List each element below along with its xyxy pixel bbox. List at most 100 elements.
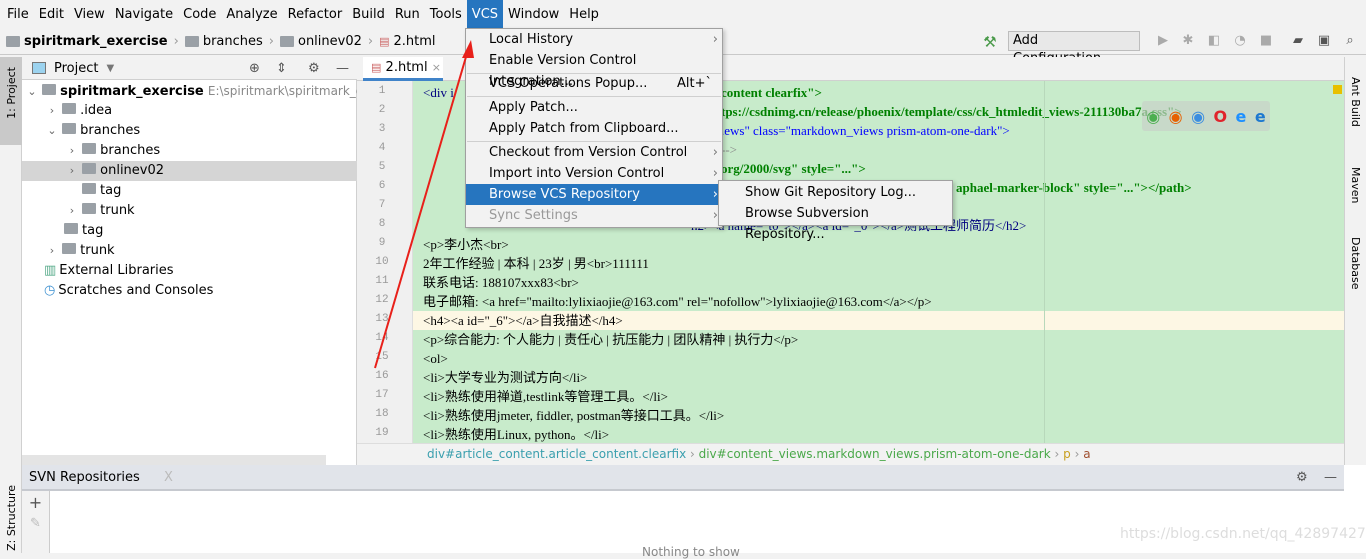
folder-icon — [184, 36, 199, 47]
crumb-onlinev02[interactable]: onlinev02 › — [279, 34, 373, 49]
line-number: 2 — [378, 104, 386, 116]
maven-tab[interactable]: Maven — [1349, 167, 1362, 203]
tree-item-external-libraries[interactable]: ▥ External Libraries — [22, 261, 357, 281]
chevron-down-icon[interactable]: ⌄ — [26, 82, 38, 102]
gear-icon[interactable]: ⚙ — [308, 61, 320, 76]
profile-icon[interactable]: ◔ — [1232, 33, 1248, 49]
line-number: 19 — [375, 427, 389, 439]
chevron-right-icon[interactable]: › — [46, 241, 58, 261]
chrome-icon[interactable]: ◉ — [1146, 107, 1160, 126]
close-tab-button[interactable]: X — [164, 470, 173, 485]
tree-item-branches[interactable]: ⌄ branches — [22, 121, 357, 141]
menu-run[interactable]: Run — [390, 0, 425, 29]
add-configuration-button[interactable]: Add Configuration... — [1008, 31, 1140, 66]
chevron-right-icon[interactable]: › — [66, 161, 78, 181]
tree-label: Scratches and Consoles — [58, 283, 214, 298]
tree-item-trunk[interactable]: › trunk — [22, 241, 357, 261]
gear-icon[interactable]: ⚙ — [1296, 465, 1308, 491]
inspection-status-icon[interactable] — [1333, 85, 1342, 94]
tree-root[interactable]: ⌄ spiritmark_exercise E:\spiritmark\spir… — [22, 81, 377, 102]
close-icon[interactable]: × — [432, 61, 441, 74]
chevron-right-icon[interactable]: › — [66, 201, 78, 221]
tree-item-idea[interactable]: › .idea — [22, 101, 357, 121]
menu-item-apply-patch[interactable]: Apply Patch... — [466, 97, 722, 118]
run-icon[interactable]: ▶ — [1155, 33, 1171, 49]
menu-analyze[interactable]: Analyze — [221, 0, 282, 29]
safari-icon[interactable]: ◉ — [1191, 107, 1205, 126]
menu-item-local-history[interactable]: Local History › — [466, 29, 722, 50]
project-structure-icon[interactable]: ▰ — [1290, 33, 1306, 49]
menu-navigate[interactable]: Navigate — [110, 0, 178, 29]
tree-item-branches-trunk[interactable]: › trunk — [22, 201, 357, 221]
menu-file[interactable]: File — [2, 0, 34, 29]
menu-item-vcs-operations-popup[interactable]: VCS Operations Popup... Alt+` — [466, 73, 722, 94]
add-icon[interactable]: + — [22, 493, 49, 512]
tree-item-branches-branches[interactable]: › branches — [22, 141, 357, 161]
ie-icon[interactable]: e — [1236, 107, 1247, 126]
breadcrumb-item[interactable]: a — [1083, 447, 1090, 461]
locate-icon[interactable]: ⊕ — [249, 61, 260, 76]
menu-item-checkout[interactable]: Checkout from Version Control › — [466, 142, 722, 163]
right-tool-strip: Ant Build Maven Database — [1344, 57, 1366, 465]
build-hammer-icon[interactable]: ⚒ — [982, 33, 998, 51]
chevron-right-icon: › — [268, 34, 274, 49]
breadcrumb-item[interactable]: div#article_content.article_content.clea… — [427, 447, 686, 461]
svn-side-toolbar: + ✎ — [22, 491, 50, 553]
hide-icon[interactable]: — — [1324, 465, 1337, 491]
chevron-right-icon[interactable]: › — [46, 101, 58, 121]
menu-bar: File Edit View Navigate Code Analyze Ref… — [0, 0, 1366, 29]
hide-icon[interactable]: — — [336, 61, 349, 76]
opera-icon[interactable]: O — [1213, 107, 1227, 126]
tab-2-html[interactable]: ▤ 2.html × — [363, 57, 443, 81]
project-view-icon — [32, 62, 46, 74]
stop-icon[interactable]: ■ — [1258, 33, 1274, 49]
coverage-icon[interactable]: ◧ — [1206, 33, 1222, 49]
debug-icon[interactable]: ✱ — [1180, 33, 1196, 49]
tree-item-scratches[interactable]: ◷ Scratches and Consoles — [22, 281, 357, 301]
tree-item-branches-tag[interactable]: tag — [22, 181, 357, 201]
menu-tools[interactable]: Tools — [425, 0, 467, 29]
structure-tool-tab[interactable]: Z: Structure — [5, 485, 18, 551]
horizontal-scrollbar[interactable] — [22, 455, 326, 465]
chevron-right-icon[interactable]: › — [66, 141, 78, 161]
menu-item-import[interactable]: Import into Version Control › — [466, 163, 722, 184]
menu-view[interactable]: View — [69, 0, 110, 29]
terminal-icon[interactable]: ▣ — [1316, 33, 1332, 49]
root-label: spiritmark_exercise — [60, 84, 204, 99]
crumb-file[interactable]: ▤ 2.html — [379, 34, 435, 49]
breadcrumb-item[interactable]: p — [1063, 447, 1071, 461]
tree-item-tag[interactable]: tag — [22, 221, 357, 241]
chevron-down-icon[interactable]: ⌄ — [46, 121, 58, 141]
edge-icon[interactable]: e — [1255, 107, 1266, 126]
line-number: 1 — [378, 85, 386, 97]
tree-item-onlinev02[interactable]: › onlinev02 — [22, 161, 357, 181]
chevron-down-icon[interactable]: ▼ — [106, 63, 114, 74]
project-panel: Project ▼ ⊕ ⇕ ⚙ — ⌄ spiritmark_exercise E… — [22, 57, 377, 465]
ant-build-tab[interactable]: Ant Build — [1349, 77, 1362, 127]
menu-item-apply-patch-clipboard[interactable]: Apply Patch from Clipboard... — [466, 118, 722, 139]
crumb-branches[interactable]: branches › — [184, 34, 274, 49]
edit-icon[interactable]: ✎ — [22, 516, 49, 531]
menu-edit[interactable]: Edit — [34, 0, 69, 29]
menu-build[interactable]: Build — [347, 0, 390, 29]
crumb-label: onlinev02 — [297, 34, 362, 49]
menu-item-browse-subversion[interactable]: Browse Subversion Repository... — [719, 203, 952, 242]
menu-item-show-git-log[interactable]: Show Git Repository Log... — [719, 182, 952, 203]
line-number: 3 — [378, 123, 386, 135]
menu-window[interactable]: Window — [503, 0, 564, 29]
search-icon[interactable]: ⌕ — [1342, 33, 1358, 49]
menu-help[interactable]: Help — [564, 0, 604, 29]
menu-refactor[interactable]: Refactor — [283, 0, 348, 29]
breadcrumb-item[interactable]: div#content_views.markdown_views.prism-a… — [699, 447, 1051, 461]
menu-vcs[interactable]: VCS — [466, 0, 504, 29]
database-tab[interactable]: Database — [1349, 237, 1362, 290]
crumb-project[interactable]: spiritmark_exercise › — [6, 34, 179, 49]
menu-code[interactable]: Code — [178, 0, 221, 29]
project-view-selector[interactable]: Project — [54, 61, 98, 76]
collapse-all-icon[interactable]: ⇕ — [276, 61, 287, 76]
project-tool-tab[interactable]: 1: Project — [0, 57, 22, 145]
menu-item-enable-vcs[interactable]: Enable Version Control Integration... — [466, 50, 722, 89]
line-number: 8 — [378, 218, 386, 230]
menu-item-browse-vcs-repository[interactable]: Browse VCS Repository › — [466, 184, 722, 205]
firefox-icon[interactable]: ◉ — [1169, 107, 1183, 126]
